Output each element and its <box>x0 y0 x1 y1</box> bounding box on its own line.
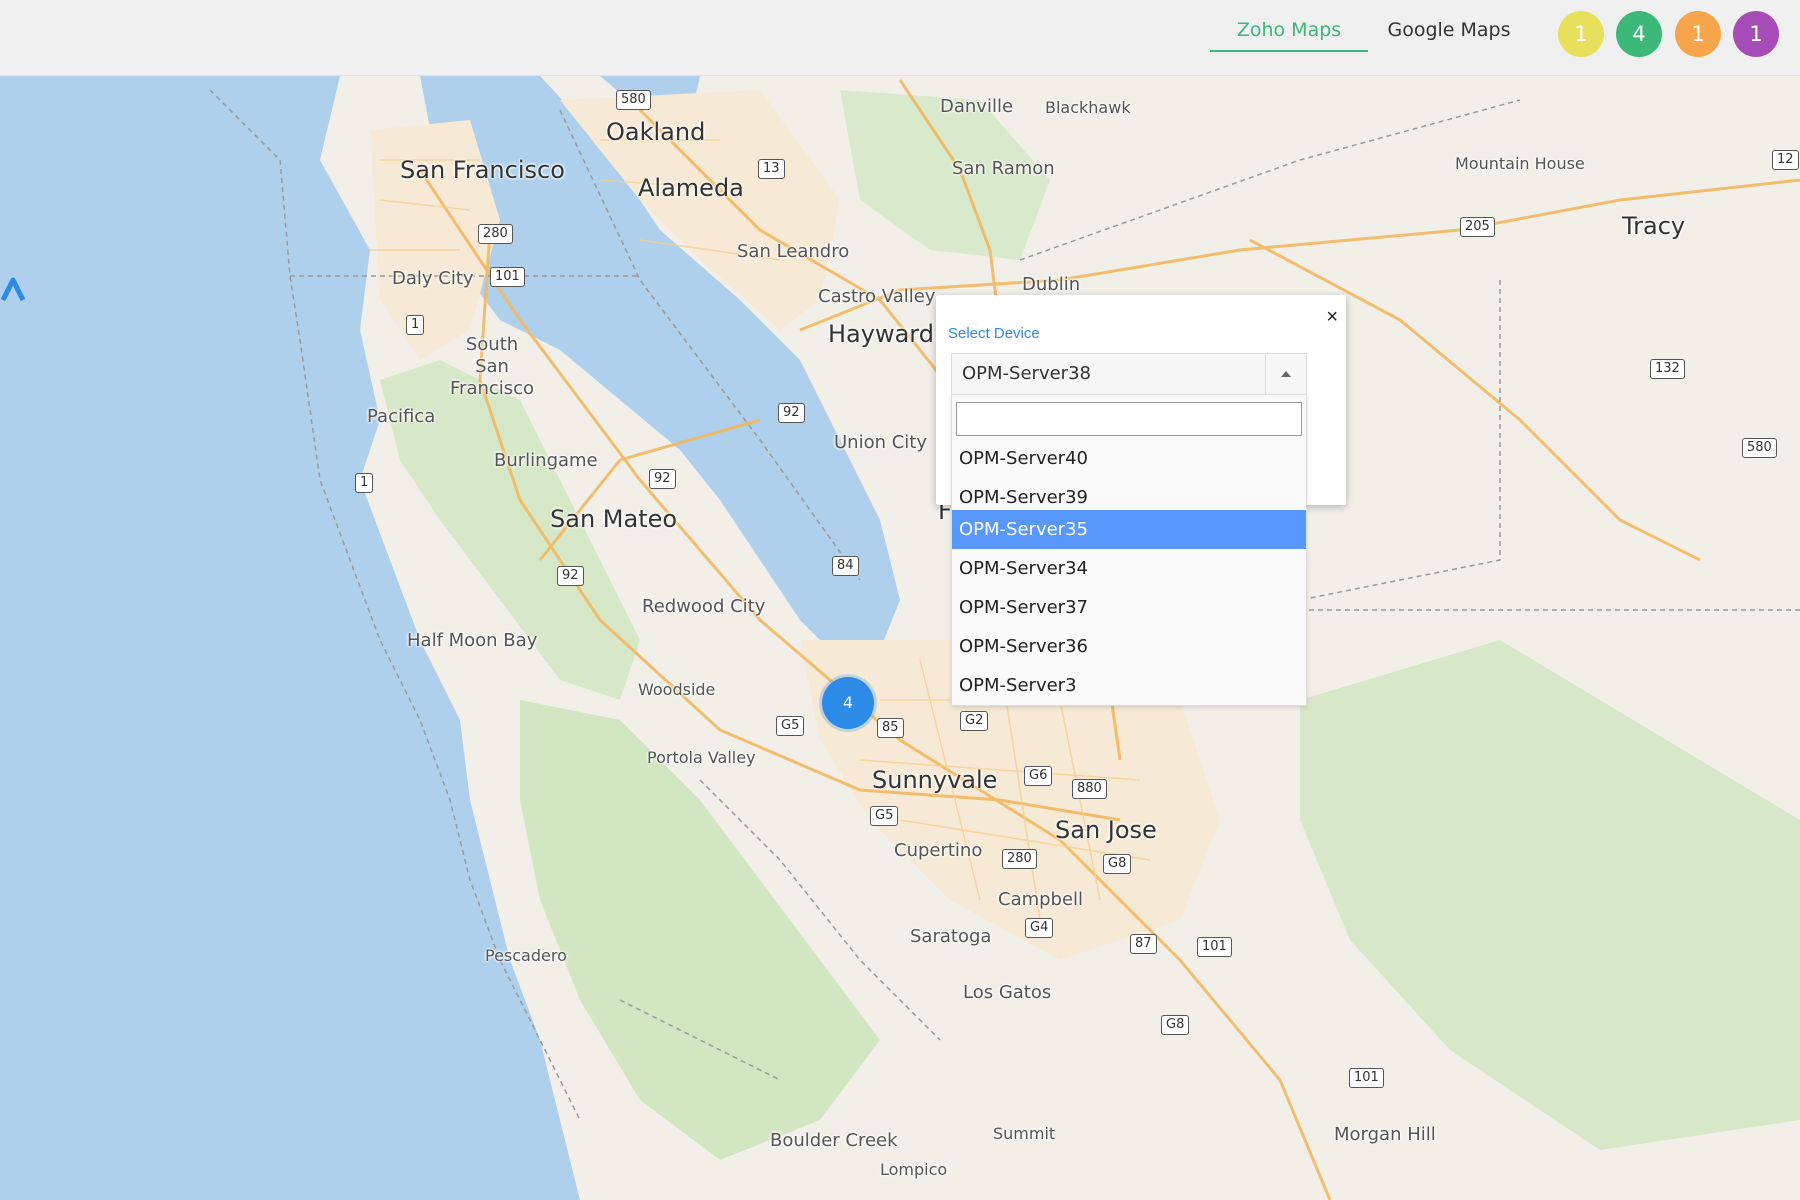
highway-shield: 84 <box>832 556 859 576</box>
place-label: Cupertino <box>894 840 983 861</box>
alarm-badge-orange[interactable]: 1 <box>1675 11 1721 57</box>
highway-shield: 92 <box>778 403 805 423</box>
place-label: Half Moon Bay <box>407 630 538 651</box>
place-label: Boulder Creek <box>770 1130 898 1151</box>
tab-google-maps[interactable]: Google Maps <box>1386 18 1512 50</box>
highway-shield: 580 <box>1742 438 1777 458</box>
dropdown-option-highlighted[interactable]: OPM-Server35 <box>952 510 1306 549</box>
place-label: Woodside <box>638 680 716 699</box>
highway-shield: 85 <box>877 718 904 738</box>
place-label: Redwood City <box>642 596 766 617</box>
highway-shield: 87 <box>1130 934 1157 954</box>
place-label: Mountain House <box>1455 154 1585 173</box>
place-label: Los Gatos <box>963 982 1052 1003</box>
place-label: Saratoga <box>910 926 992 947</box>
place-label: Burlingame <box>494 450 598 471</box>
highway-shield: 101 <box>1349 1068 1384 1088</box>
place-label: Summit <box>993 1124 1056 1143</box>
alarm-badge-green[interactable]: 4 <box>1616 11 1662 57</box>
device-cluster-marker[interactable]: 4 <box>822 677 874 729</box>
highway-shield: 880 <box>1072 779 1107 799</box>
highway-shield: 92 <box>557 566 584 586</box>
highway-shield: 1 <box>355 473 374 493</box>
place-label: Danville <box>940 96 1014 117</box>
place-label: Sunnyvale <box>872 766 998 794</box>
highway-shield: 205 <box>1460 217 1495 237</box>
place-label: Daly City <box>392 268 474 289</box>
alarm-badge-purple[interactable]: 1 <box>1733 11 1779 57</box>
close-icon[interactable]: × <box>1326 307 1338 327</box>
place-label: Union City <box>834 432 928 453</box>
highway-shield: 1 <box>406 315 425 335</box>
map-canvas[interactable]: San Francisco Oakland Alameda Danville B… <box>0 76 1800 1200</box>
highway-shield: G5 <box>870 806 899 826</box>
highway-shield: 92 <box>649 469 676 489</box>
chevron-up-icon[interactable] <box>1265 354 1306 394</box>
highway-shield: G2 <box>960 711 989 731</box>
top-bar: Zoho Maps Google Maps 1 4 1 1 <box>0 0 1800 76</box>
dropdown-option[interactable]: OPM-Server37 <box>952 588 1306 627</box>
place-label: Portola Valley <box>647 748 756 767</box>
place-label: Castro Valley <box>818 286 936 307</box>
dropdown-option[interactable]: OPM-Server34 <box>952 549 1306 588</box>
place-label: San Francisco <box>400 156 565 184</box>
highway-shield: 132 <box>1650 359 1685 379</box>
place-label: Morgan Hill <box>1334 1124 1436 1145</box>
highway-shield: G6 <box>1024 766 1053 786</box>
place-label: Pacifica <box>367 406 436 427</box>
highway-shield: G5 <box>776 716 805 736</box>
dropdown-option[interactable]: OPM-Server3 <box>952 666 1306 705</box>
place-label: Alameda <box>638 174 744 202</box>
dropdown-option[interactable]: OPM-Server40 <box>952 439 1306 478</box>
device-select-value: OPM-Server38 <box>962 363 1091 384</box>
device-dropdown-list: OPM-Server40 OPM-Server39 OPM-Server35 O… <box>951 394 1307 706</box>
place-label: Dublin <box>1022 274 1081 295</box>
place-label: Oakland <box>606 118 706 146</box>
place-label: San Mateo <box>550 505 678 533</box>
place-label: San Jose <box>1055 816 1157 844</box>
place-label: Tracy <box>1622 212 1686 240</box>
highway-shield: 13 <box>758 159 785 179</box>
tab-zoho-maps[interactable]: Zoho Maps <box>1210 18 1368 52</box>
highway-shield: 580 <box>616 90 651 110</box>
place-label: Blackhawk <box>1045 98 1131 117</box>
popup-title: Select Device <box>948 325 1040 342</box>
place-label: Lompico <box>880 1160 948 1179</box>
map-marker-icon[interactable] <box>0 276 26 302</box>
place-label: San Leandro <box>737 241 850 262</box>
highway-shield: 280 <box>1002 849 1037 869</box>
device-select[interactable]: OPM-Server38 <box>951 353 1307 395</box>
highway-shield: 12 <box>1772 150 1799 170</box>
place-label: San Ramon <box>952 158 1055 179</box>
place-label: Pescadero <box>485 946 567 965</box>
place-label: Campbell <box>998 889 1084 910</box>
map-base-layer <box>0 76 1800 1200</box>
highway-shield: 101 <box>490 267 525 287</box>
highway-shield: G8 <box>1103 854 1132 874</box>
alarm-badge-yellow[interactable]: 1 <box>1558 11 1604 57</box>
place-label: South San Francisco <box>450 334 535 399</box>
highway-shield: G4 <box>1025 918 1054 938</box>
highway-shield: 280 <box>478 224 513 244</box>
highway-shield: 101 <box>1197 937 1232 957</box>
place-label: Hayward <box>828 320 934 348</box>
device-search-input[interactable] <box>956 402 1302 436</box>
highway-shield: G8 <box>1161 1015 1190 1035</box>
dropdown-option[interactable]: OPM-Server36 <box>952 627 1306 666</box>
